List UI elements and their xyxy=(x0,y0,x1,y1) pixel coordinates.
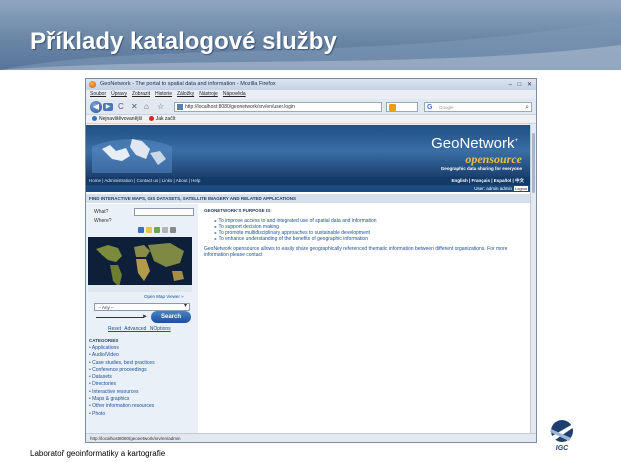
purpose-list: To improve access to and integrated use … xyxy=(214,218,377,242)
category-item[interactable]: Applications xyxy=(89,345,155,352)
full-extent-icon[interactable] xyxy=(162,227,168,233)
world-map[interactable] xyxy=(88,237,192,292)
search-options-links[interactable]: Reset Advanced NOptions xyxy=(108,326,171,332)
language-links[interactable]: English | Français | Español | 中文 xyxy=(451,177,524,185)
slide-footer: Laboratoř geoinformatiky a kartografie xyxy=(30,449,166,458)
arrow-line xyxy=(96,317,144,318)
home-icon[interactable]: ⌂ xyxy=(144,102,149,111)
site-favicon-icon xyxy=(177,104,183,110)
where-label: Where? xyxy=(94,218,112,224)
what-label: What? xyxy=(94,209,109,215)
search-icon[interactable]: ⌕ xyxy=(525,103,529,112)
category-item[interactable]: Directories xyxy=(89,381,155,388)
page-scrollbar[interactable] xyxy=(530,125,536,435)
bookmark-getting-started[interactable]: Jak začít xyxy=(156,116,176,122)
stop-icon[interactable]: ✕ xyxy=(131,102,138,111)
user-bar: User: admin admin Logout xyxy=(86,185,530,192)
rss-icon[interactable] xyxy=(389,104,396,111)
menu-item-soubor[interactable]: Soubor xyxy=(90,91,106,97)
category-item[interactable]: Datasets xyxy=(89,374,155,381)
forward-icon[interactable]: ▶ xyxy=(103,103,113,111)
site-tagline: Geographic data sharing for everyone xyxy=(440,166,522,171)
page-content: GeoNetwork+ opensource Geographic data s… xyxy=(86,125,536,435)
region-select[interactable]: -- Any -- xyxy=(94,303,190,311)
category-item[interactable]: Interactive resources xyxy=(89,389,155,396)
category-item[interactable]: Other information resources xyxy=(89,403,155,410)
logo-text: GeoNetwork xyxy=(431,135,515,152)
url-actions[interactable] xyxy=(386,102,418,112)
bookmark-most-visited[interactable]: Nejnavštěvovanější xyxy=(99,116,142,122)
status-bar: http://localhost8080/geonetwork/srv/en/a… xyxy=(86,433,536,442)
reload-icon[interactable]: C xyxy=(118,102,124,111)
site-banner: GeoNetwork+ opensource Geographic data s… xyxy=(86,125,530,177)
navigation-toolbar: ◀ ▶ C ✕ ⌂ ☆ http://localhost:8080/geonet… xyxy=(86,99,536,115)
menu-item-napoveda[interactable]: Nápověda xyxy=(223,91,246,97)
slide-title: Příklady katalogové služby xyxy=(30,28,337,55)
scroll-thumb[interactable] xyxy=(532,133,535,193)
arrow-head-icon: ► xyxy=(142,314,148,320)
url-text: http://localhost:8080/geonetwork/srv/en/… xyxy=(185,104,295,110)
menu-item-historie[interactable]: Historie xyxy=(155,91,172,97)
zoom-out-icon[interactable] xyxy=(146,227,152,233)
igc-logo: IGC xyxy=(550,420,574,452)
bookmark-star-icon[interactable]: ☆ xyxy=(157,102,164,111)
user-label: User: admin admin xyxy=(474,186,512,191)
purpose-paragraph: GeoNetwork opensource allows to easily s… xyxy=(204,246,508,258)
firefox-icon xyxy=(89,81,96,88)
search-placeholder: Google xyxy=(439,105,454,110)
zoom-in-icon[interactable] xyxy=(138,227,144,233)
logo-text: IGC xyxy=(556,445,569,452)
categories-heading: CATEGORIES xyxy=(89,338,119,343)
menu-item-zalozky[interactable]: Záložky xyxy=(177,91,194,97)
category-item[interactable]: Maps & graphics xyxy=(89,396,155,403)
search-panel: What? Where? Open Map Viewer » -- Any --… xyxy=(86,204,198,435)
category-item[interactable]: Audio/Video xyxy=(89,352,155,359)
open-map-viewer-link[interactable]: Open Map Viewer » xyxy=(144,294,184,299)
menu-item-zobrazit[interactable]: Zobrazit xyxy=(132,91,150,97)
menu-item-nastroje[interactable]: Nástroje xyxy=(199,91,218,97)
find-heading: FIND INTERACTIVE MAPS, GIS DATASETS, SAT… xyxy=(86,194,530,203)
main-column: GEONETWORK'S PURPOSE IS: To improve acce… xyxy=(200,204,530,435)
back-icon[interactable]: ◀ xyxy=(90,101,102,113)
menu-item-upravy[interactable]: Úpravy xyxy=(111,91,127,97)
site-nav-links[interactable]: Home | Administration | Contact us | Lin… xyxy=(89,178,200,183)
google-icon: G xyxy=(427,104,433,111)
purpose-item: To enhance understanding of the benefits… xyxy=(214,236,377,242)
select-area-icon[interactable] xyxy=(170,227,176,233)
window-titlebar: GeoNetwork - The portal to spatial data … xyxy=(86,79,536,90)
logout-button[interactable]: Logout xyxy=(514,186,528,191)
url-bar[interactable]: http://localhost:8080/geonetwork/srv/en/… xyxy=(174,102,382,112)
slide-header: Příklady katalogové služby xyxy=(0,0,621,70)
categories-list: Applications Audio/Video Case studies, b… xyxy=(89,345,155,418)
search-button[interactable]: Search xyxy=(151,311,191,323)
browser-window: GeoNetwork - The portal to spatial data … xyxy=(85,78,537,443)
site-nav: Home | Administration | Contact us | Lin… xyxy=(86,177,530,185)
status-url: http://localhost8080/geonetwork/srv/en/a… xyxy=(90,436,181,441)
category-item[interactable]: Photo xyxy=(89,411,155,418)
map-toolbar xyxy=(138,227,176,233)
globe-banner-icon xyxy=(92,139,172,173)
bookmarks-bar: Nejnavštěvovanější Jak začít xyxy=(86,115,536,124)
category-item[interactable]: Case studies, best practices xyxy=(89,360,155,367)
window-controls[interactable]: – □ ✕ xyxy=(509,80,534,91)
getting-started-icon xyxy=(148,116,154,122)
purpose-heading: GEONETWORK'S PURPOSE IS: xyxy=(204,208,272,213)
most-visited-icon xyxy=(92,116,97,122)
logo-subtitle: opensource xyxy=(465,152,522,166)
geonetwork-logo[interactable]: GeoNetwork+ xyxy=(431,135,518,152)
category-item[interactable]: Conference proceedings xyxy=(89,367,155,374)
window-title: GeoNetwork - The portal to spatial data … xyxy=(100,81,276,87)
pan-icon[interactable] xyxy=(154,227,160,233)
search-input[interactable]: G Google ⌕ xyxy=(424,102,532,112)
menu-bar: Soubor Úpravy Zobrazit Historie Záložky Nástr… xyxy=(86,90,536,99)
what-input[interactable] xyxy=(134,208,194,216)
